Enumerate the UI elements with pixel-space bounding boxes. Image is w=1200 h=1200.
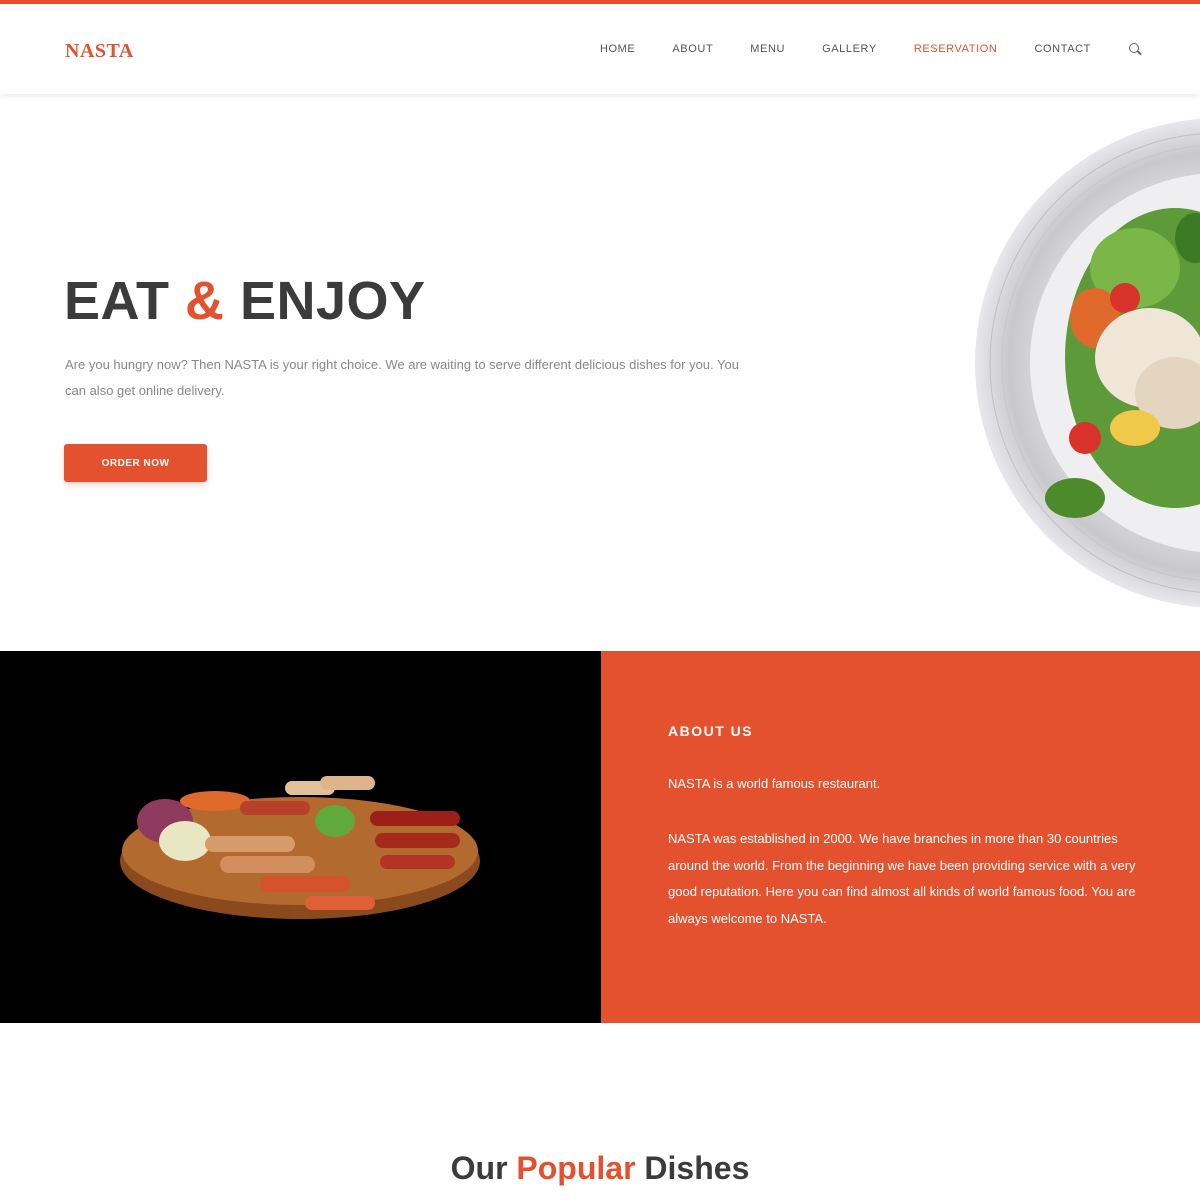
about-description: NASTA was established in 2000. We have b… [668,831,1136,926]
nav-home[interactable]: HOME [600,43,635,55]
nav-contact[interactable]: CONTACT [1034,43,1091,55]
about-subtitle: NASTA is a world famous restaurant. [668,776,881,791]
main-nav: HOME ABOUT MENU GALLERY RESERVATION CONT… [563,42,1142,56]
search-icon[interactable] [1128,42,1142,56]
about-section: ABOUT US NASTA is a world famous restaur… [601,651,1200,1023]
sausage-platter-image [120,776,480,919]
salad-plate-image [975,118,1200,608]
hero-description: Are you hungry now? Then NASTA is your r… [65,357,739,398]
logo[interactable]: NASTA [65,40,134,63]
site-header: NASTA HOME ABOUT MENU GALLERY RESERVATIO… [0,4,1200,94]
nav-reservation[interactable]: RESERVATION [914,43,998,55]
hero-section: EAT & ENJOY Are you hungry now? Then NAS… [0,94,1200,651]
popular-dishes-heading: Our Popular Dishes [450,1150,750,1186]
nav-gallery[interactable]: GALLERY [822,43,877,55]
about-title: ABOUT US [668,723,754,739]
hero-title: EAT & ENJOY [64,271,426,331]
nav-menu[interactable]: MENU [750,43,785,55]
order-now-button[interactable]: ORDER NOW [64,444,207,482]
nav-about[interactable]: ABOUT [672,43,713,55]
about-image-panel [0,651,601,1023]
